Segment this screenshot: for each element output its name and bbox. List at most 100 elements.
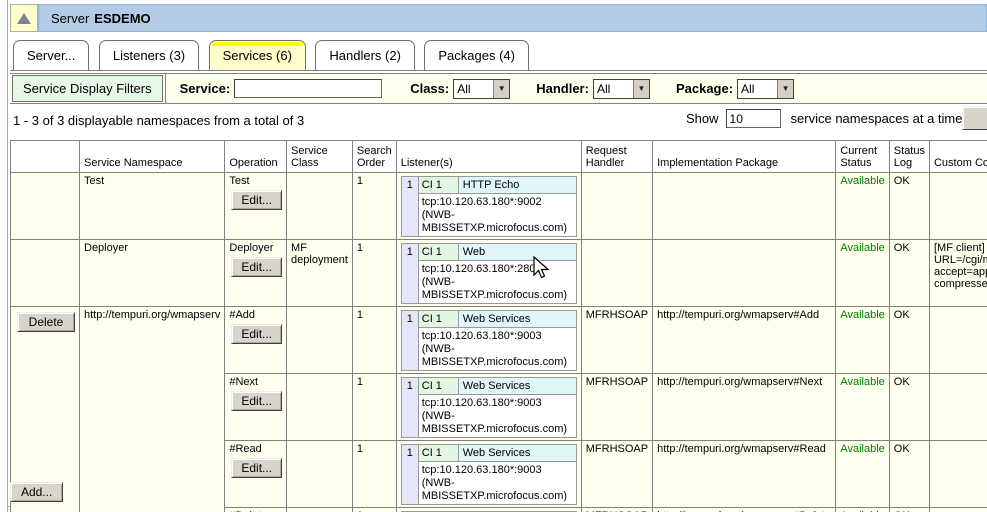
search-order-cell: 1 <box>352 374 396 441</box>
listener-conversation-link[interactable]: CI 1 <box>419 311 459 327</box>
search-order-cell: 1 <box>352 173 396 240</box>
filter-separator <box>165 74 166 103</box>
services-page: Server ESDEMO Server... Listeners (3) Se… <box>0 0 987 512</box>
listener-conversation-link[interactable]: CI 1 <box>419 378 459 394</box>
listeners-cell: 1 CI 1 Web Services tcp:10.120.63.180*:9… <box>396 508 581 512</box>
listener-name-link[interactable]: Web Services <box>459 378 576 394</box>
edit-button[interactable]: Edit... <box>231 458 282 478</box>
listener-index: 1 <box>402 244 419 303</box>
table-header-row: Service Namespace Operation Service Clas… <box>11 141 987 173</box>
service-class-cell <box>287 307 353 374</box>
listener-index: 1 <box>402 177 419 236</box>
package-filter-label: Package: <box>676 81 733 96</box>
listeners-cell: 1 CI 1 Web Services tcp:10.120.63.180*:9… <box>396 307 581 374</box>
handler-filter-select[interactable]: All ▼ <box>593 79 650 99</box>
status-log-cell[interactable]: OK <box>889 240 929 307</box>
handler-filter-value: All <box>594 80 633 98</box>
pagination-row: 1 - 3 of 3 displayable namespaces from a… <box>10 106 987 136</box>
filter-panel-title: Service Display Filters <box>12 75 163 102</box>
search-order-cell: 1 <box>352 307 396 374</box>
add-row: Add... <box>10 477 987 506</box>
operation-cell: #Next Edit... <box>225 374 287 441</box>
table-row: Delete http://tempuri.org/wmapserv #Add … <box>11 307 987 374</box>
operation-cell: #Add Edit... <box>225 307 287 374</box>
listener-address: tcp:10.120.63.180*:9002 (NWB-MBISSETXP.m… <box>419 194 576 236</box>
operation-cell: Deployer Edit... <box>225 240 287 307</box>
listener-conversation-link[interactable]: CI 1 <box>419 244 459 260</box>
show-count-input[interactable] <box>726 109 781 128</box>
col-search-order: Search Order <box>352 141 396 173</box>
listeners-cell: 1 CI 1 Web Services tcp:10.120.63.180*:9… <box>396 374 581 441</box>
current-status-cell: Available <box>836 173 889 240</box>
apply-show-button[interactable] <box>962 106 987 130</box>
listener-name-link[interactable]: Web Services <box>459 445 576 461</box>
col-custom-configuration: Custom Configuration <box>929 141 987 173</box>
operation-name: #Read <box>229 443 282 455</box>
package-filter-select[interactable]: All ▼ <box>737 79 794 99</box>
action-cell <box>11 173 80 240</box>
show-group: Show service namespaces at a time <box>686 109 963 128</box>
show-label: Show <box>686 111 719 126</box>
listeners-cell: 1 CI 1 Web tcp:10.120.63.180*:2808* (NWB… <box>396 240 581 307</box>
tab-handlers[interactable]: Handlers (2) <box>315 40 415 70</box>
listener-box: 1 CI 1 HTTP Echo tcp:10.120.63.180*:9002… <box>401 176 577 237</box>
namespace-cell: Test <box>80 173 225 240</box>
class-filter-select[interactable]: All ▼ <box>453 79 510 99</box>
service-filter-label: Service: <box>180 81 231 96</box>
request-handler-cell <box>581 173 652 240</box>
status-log-cell[interactable]: OK <box>889 307 929 374</box>
col-current-status: Current Status <box>836 141 889 173</box>
delete-button[interactable]: Delete <box>17 312 75 332</box>
service-filter-input[interactable] <box>234 79 382 98</box>
current-status-cell: Available <box>836 307 889 374</box>
current-status-cell: Available <box>836 508 889 512</box>
status-log-cell[interactable]: OK <box>889 374 929 441</box>
chevron-down-icon: ▼ <box>493 80 509 98</box>
col-status-log: Status Log <box>889 141 929 173</box>
collapse-server-button[interactable] <box>10 4 38 32</box>
custom-configuration-cell <box>929 307 987 374</box>
operation-name: #Add <box>229 309 282 321</box>
edit-button[interactable]: Edit... <box>231 391 282 411</box>
status-log-cell[interactable]: OK <box>889 508 929 512</box>
status-log-cell[interactable]: OK <box>889 173 929 240</box>
listener-conversation-link[interactable]: CI 1 <box>419 177 459 193</box>
services-table: Service Namespace Operation Service Clas… <box>10 140 987 512</box>
listener-box: 1 CI 1 Web Services tcp:10.120.63.180*:9… <box>401 377 577 438</box>
chevron-down-icon: ▼ <box>777 80 793 98</box>
service-class-cell <box>287 173 353 240</box>
operation-cell: Test Edit... <box>225 173 287 240</box>
listener-address: tcp:10.120.63.180*:9003 (NWB-MBISSETXP.m… <box>419 328 576 370</box>
edit-button[interactable]: Edit... <box>231 257 282 277</box>
listener-conversation-link[interactable]: CI 1 <box>419 445 459 461</box>
request-handler-cell: MFRHSOAP <box>581 508 652 512</box>
class-filter-value: All <box>454 80 493 98</box>
listener-address: tcp:10.120.63.180*:2808* (NWB-MBISSETXP.… <box>419 261 576 303</box>
request-handler-cell: MFRHSOAP <box>581 307 652 374</box>
implementation-package-cell <box>653 173 836 240</box>
request-handler-cell <box>581 240 652 307</box>
chevron-down-icon: ▼ <box>633 80 649 98</box>
filter-bar: Service Display Filters Service: Class: … <box>10 73 987 104</box>
search-order-cell: 1 <box>352 508 396 512</box>
handler-filter-label: Handler: <box>536 81 589 96</box>
listener-name-link[interactable]: HTTP Echo <box>459 177 576 193</box>
tab-listeners[interactable]: Listeners (3) <box>99 40 199 70</box>
tab-packages[interactable]: Packages (4) <box>424 40 529 70</box>
implementation-package-cell: http://tempuri.org/wmapserv#Next <box>653 374 836 441</box>
request-handler-cell: MFRHSOAP <box>581 374 652 441</box>
server-title-prefix: Server <box>51 11 89 26</box>
search-order-cell: 1 <box>352 240 396 307</box>
tab-services[interactable]: Services (6) <box>209 40 306 70</box>
col-implementation-package: Implementation Package <box>653 141 836 173</box>
col-listeners: Listener(s) <box>396 141 581 173</box>
edit-button[interactable]: Edit... <box>231 190 282 210</box>
tab-server[interactable]: Server... <box>13 40 89 70</box>
listener-name-link[interactable]: Web Services <box>459 311 576 327</box>
operation-cell: #Delete Edit... <box>225 508 287 512</box>
custom-configuration-cell <box>929 173 987 240</box>
edit-button[interactable]: Edit... <box>231 324 282 344</box>
add-button[interactable]: Add... <box>10 482 63 502</box>
listener-name-link[interactable]: Web <box>459 244 576 260</box>
listeners-cell: 1 CI 1 HTTP Echo tcp:10.120.63.180*:9002… <box>396 173 581 240</box>
